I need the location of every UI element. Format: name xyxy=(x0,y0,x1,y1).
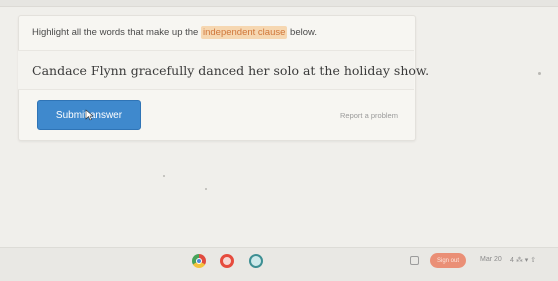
question-instruction: Highlight all the words that make up the… xyxy=(32,26,317,39)
mouse-cursor-icon xyxy=(85,109,93,121)
sentence-panel: Candace Flynn gracefully danced her solo… xyxy=(18,50,429,90)
taskbar xyxy=(0,247,558,281)
decorative-dot-icon xyxy=(163,175,165,177)
sign-out-pill-button[interactable]: Sign out xyxy=(430,253,466,268)
decorative-dot-icon xyxy=(205,188,207,190)
report-problem-link[interactable]: Report a problem xyxy=(340,111,398,120)
tray-status-icons[interactable]: 4 ⁂ ▾ ⇧ xyxy=(510,256,536,264)
instruction-text-start: Highlight all the words that make up the xyxy=(32,27,201,38)
app-icon-teal[interactable] xyxy=(249,254,263,268)
browser-top-strip xyxy=(0,0,558,7)
app-icon-red[interactable] xyxy=(220,254,234,268)
instruction-highlight: independent clause xyxy=(200,26,288,39)
selectable-sentence[interactable]: Candace Flynn gracefully danced her solo… xyxy=(32,63,429,78)
instruction-text-end: below. xyxy=(287,27,317,38)
tray-date[interactable]: Mar 20 xyxy=(480,256,502,263)
screenshot-icon[interactable] xyxy=(410,256,419,265)
decorative-dot-icon xyxy=(538,72,541,75)
chrome-icon[interactable] xyxy=(192,254,206,268)
